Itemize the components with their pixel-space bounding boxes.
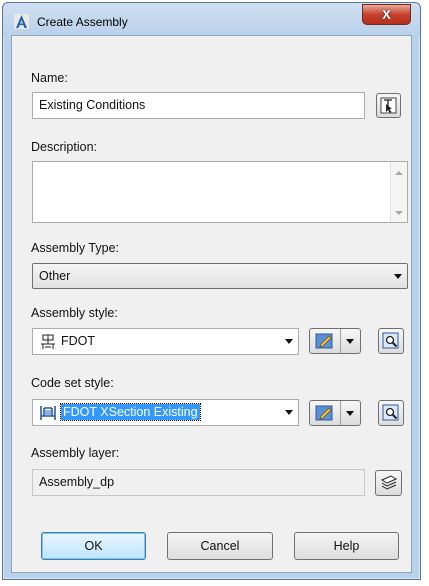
assembly-style-value: FDOT	[61, 334, 96, 348]
assembly-type-label: Assembly Type:	[31, 241, 120, 255]
assembly-style-select[interactable]: FDOT	[32, 328, 299, 355]
assembly-layer-field: Assembly_dp	[32, 469, 365, 496]
scroll-down-icon[interactable]	[395, 211, 403, 215]
chevron-down-icon	[346, 339, 354, 344]
name-input[interactable]: Existing Conditions	[32, 92, 365, 119]
cancel-button[interactable]: Cancel	[167, 532, 273, 560]
ok-button[interactable]: OK	[41, 532, 146, 560]
magnify-icon	[382, 404, 399, 421]
pick-cursor-icon	[380, 97, 397, 114]
name-label: Name:	[31, 71, 68, 85]
description-label: Description:	[31, 140, 97, 154]
chevron-down-icon	[280, 329, 298, 354]
window-title: Create Assembly	[37, 15, 128, 29]
help-button[interactable]: Help	[294, 532, 399, 560]
title-bar: Create Assembly X	[3, 3, 420, 36]
layers-icon	[380, 475, 397, 490]
code-set-style-edit-button[interactable]	[309, 400, 361, 426]
layer-select-button[interactable]	[375, 470, 402, 496]
pick-from-drawing-button[interactable]	[376, 93, 401, 118]
code-set-style-value: FDOT XSection Existing	[60, 403, 201, 421]
chevron-down-icon	[346, 411, 354, 416]
assembly-style-edit-button[interactable]	[309, 328, 361, 354]
create-assembly-dialog: Create Assembly X Name: Existing Conditi…	[2, 2, 421, 580]
assembly-type-value: Other	[39, 269, 71, 283]
edit-style-icon	[315, 333, 333, 349]
close-button[interactable]: X	[362, 4, 411, 25]
magnify-icon	[382, 332, 399, 349]
description-textarea[interactable]	[32, 161, 408, 223]
assembly-style-icon	[41, 334, 55, 349]
assembly-style-preview-button[interactable]	[378, 328, 404, 354]
code-set-style-select[interactable]: FDOT XSection Existing	[32, 399, 299, 426]
edit-style-icon	[315, 405, 333, 421]
autocad-logo-icon	[14, 14, 29, 29]
code-set-style-icon	[40, 406, 56, 420]
assembly-layer-label: Assembly layer:	[31, 446, 120, 460]
code-set-style-label: Code set style:	[31, 376, 114, 390]
chevron-down-icon	[280, 400, 298, 425]
assembly-style-label: Assembly style:	[31, 306, 118, 320]
description-scrollbar[interactable]	[390, 162, 407, 222]
chevron-down-icon	[389, 264, 407, 288]
code-set-style-preview-button[interactable]	[378, 400, 404, 426]
assembly-type-select[interactable]: Other	[32, 263, 408, 289]
scroll-up-icon[interactable]	[395, 171, 403, 175]
